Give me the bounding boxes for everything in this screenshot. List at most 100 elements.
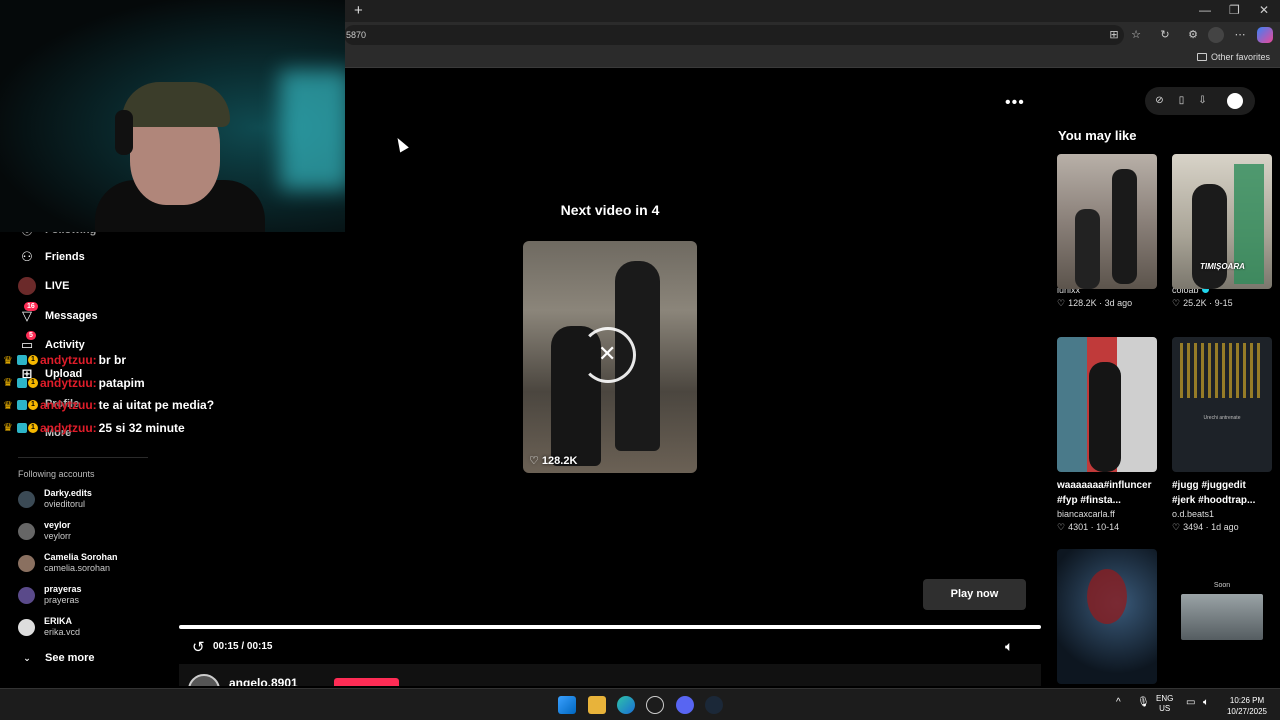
system-clock[interactable]: 10:26 PM 10/27/2025 — [1222, 695, 1272, 717]
account-name: veylor — [44, 520, 71, 530]
recommendation-author: biancaxcarla.ff — [1057, 509, 1115, 519]
sidebar-item-label: Messages — [45, 310, 98, 322]
tray-chevron-icon[interactable]: ^ — [1116, 698, 1121, 708]
profile-icon[interactable] — [1208, 27, 1224, 43]
account-item[interactable]: veylor veylorr — [18, 517, 71, 545]
clock-date: 10/27/2025 — [1226, 707, 1268, 716]
file-explorer-icon[interactable] — [588, 696, 606, 714]
author-name[interactable]: angelo.8901 — [229, 676, 298, 686]
close-window-button[interactable]: ✕ — [1259, 3, 1269, 17]
account-item[interactable]: ERIKA erika.vcd — [18, 613, 80, 641]
new-tab-button[interactable]: + — [354, 3, 363, 19]
friends-icon: ⚇ — [21, 249, 33, 264]
soon-thumbnail[interactable] — [1181, 594, 1263, 640]
sidebar-item-messages[interactable]: ▽ 16 Messages — [18, 302, 98, 326]
phone-icon[interactable]: ▯ — [1175, 94, 1188, 107]
star-icon[interactable]: ☆ — [1128, 27, 1144, 43]
recommendation-title: waaaaaaa#influncer #fyp #finsta... — [1057, 480, 1152, 506]
chat-username: andytzuu: — [40, 353, 97, 368]
account-handle: camelia.sorohan — [44, 563, 111, 573]
microphone-icon[interactable]: 🎙︎ — [1137, 698, 1150, 708]
play-now-button[interactable]: Play now — [923, 579, 1026, 610]
daw-tracks — [1180, 343, 1264, 398]
lang-code: ENG — [1156, 694, 1174, 703]
recommendation-age: 3d ago — [1104, 298, 1133, 308]
cancel-autoplay-icon[interactable]: ✕ — [598, 341, 616, 367]
sub-badge-icon — [17, 355, 27, 366]
steam-icon[interactable] — [705, 696, 723, 714]
tier-badge-icon: 1 — [28, 400, 38, 411]
apps-icon[interactable]: ⊞ — [1106, 27, 1122, 43]
author-avatar[interactable] — [188, 674, 220, 686]
video-more-options-icon[interactable]: ••• — [1005, 94, 1025, 112]
recommendation-likes: 3494 — [1183, 522, 1204, 532]
account-item[interactable]: Darky.edits ovieditorul — [18, 485, 92, 513]
recommendation-meta: ♡ 4301 · 10-14 — [1057, 522, 1120, 532]
sidebar-item-live[interactable]: LIVE — [18, 276, 69, 296]
address-bar[interactable]: 5870 — [344, 25, 1124, 45]
account-handle: prayeras — [44, 595, 80, 605]
recommendation-card[interactable]: waaaaaaa#influncer #fyp #finsta... bianc… — [1057, 337, 1157, 534]
speaker-icon[interactable]: 🔈︎ — [1203, 698, 1209, 708]
refresh-icon[interactable]: ↻ — [1157, 27, 1173, 43]
playback-time: 00:15 / 00:15 — [213, 641, 273, 652]
account-name: prayeras — [44, 584, 82, 594]
minimize-button[interactable]: — — [1199, 3, 1211, 17]
activity-badge: 5 — [26, 331, 36, 340]
chat-username: andytzuu: — [40, 420, 97, 435]
more-icon[interactable]: ⋯ — [1232, 27, 1248, 43]
volume-icon[interactable]: 🔈︎ — [1005, 638, 1013, 655]
recommendation-card[interactable]: Urechi antrenate #jugg #juggedit #jerk #… — [1172, 337, 1272, 534]
recommendation-card[interactable]: iunixx ♡ 128.2K · 3d ago — [1057, 154, 1157, 310]
extensions-icon[interactable]: ⚙ — [1185, 27, 1201, 43]
language-indicator[interactable]: ENG US — [1156, 694, 1173, 714]
recommendation-likes: 25.2K — [1183, 298, 1207, 308]
sidebar-item-friends[interactable]: ⚇ Friends — [18, 247, 85, 267]
account-item[interactable]: Camelia Sorohan camelia.sorohan — [18, 549, 118, 577]
windows-start-icon[interactable] — [558, 696, 576, 714]
recommendation-thumbnail: TIMIȘOARA — [1172, 154, 1272, 289]
download-icon[interactable]: ⇩ — [1196, 94, 1209, 107]
likes-count: 128.2K — [541, 455, 578, 467]
next-video-thumbnail[interactable]: ✕ ♡ 128.2K — [523, 241, 697, 473]
account-item[interactable]: prayeras prayeras — [18, 581, 82, 609]
see-more-button[interactable]: ⌄ See more — [18, 648, 95, 668]
chatgpt-icon[interactable] — [646, 696, 664, 714]
account-name: Camelia Sorohan — [44, 552, 118, 562]
theme-toggle-icon[interactable] — [1227, 93, 1243, 109]
thumbnail-figure — [1089, 362, 1121, 472]
mouse-cursor — [393, 135, 409, 153]
see-more-label: See more — [45, 652, 95, 664]
recommendation-card[interactable]: TIMIȘOARA coloab ♡ 25.2K · 9-15 — [1172, 154, 1272, 310]
account-handle: veylorr — [44, 531, 72, 541]
headset — [115, 110, 133, 155]
discord-icon[interactable] — [676, 696, 694, 714]
copilot-icon[interactable] — [1257, 27, 1273, 43]
avatar — [18, 586, 35, 604]
clock-time: 10:26 PM — [1229, 696, 1265, 705]
account-name: Darky.edits — [44, 488, 92, 498]
network-icon[interactable]: ▭ — [1186, 698, 1195, 708]
restore-button[interactable]: ❐ — [1229, 3, 1240, 17]
progress-bar[interactable] — [179, 625, 1041, 629]
recommendation-thumbnail — [1057, 154, 1157, 289]
heart-icon: ♡ — [1172, 522, 1181, 532]
follow-button[interactable] — [334, 678, 399, 686]
account-name: ERIKA — [44, 616, 73, 626]
sub-badge-icon — [17, 400, 27, 411]
heart-icon: ♡ — [1057, 298, 1066, 308]
crown-icon: ♛ — [3, 422, 13, 435]
following-accounts-label: Following accounts — [18, 469, 95, 479]
next-video-likes: ♡ 128.2K — [529, 455, 578, 467]
recommendation-card[interactable] — [1057, 549, 1157, 684]
recommendation-age: 10-14 — [1096, 522, 1120, 532]
chat-username: andytzuu: — [40, 375, 97, 390]
sidebar-item-label: Friends — [45, 251, 85, 263]
streamer-cap — [122, 82, 230, 127]
other-favorites[interactable]: Other favorites — [1196, 52, 1270, 62]
edge-icon[interactable] — [617, 696, 635, 714]
compass-icon[interactable]: ⊘ — [1153, 94, 1166, 107]
other-favorites-label: Other favorites — [1210, 52, 1270, 62]
replay-icon[interactable]: ↺ — [192, 638, 205, 656]
crown-icon: ♛ — [3, 399, 13, 412]
